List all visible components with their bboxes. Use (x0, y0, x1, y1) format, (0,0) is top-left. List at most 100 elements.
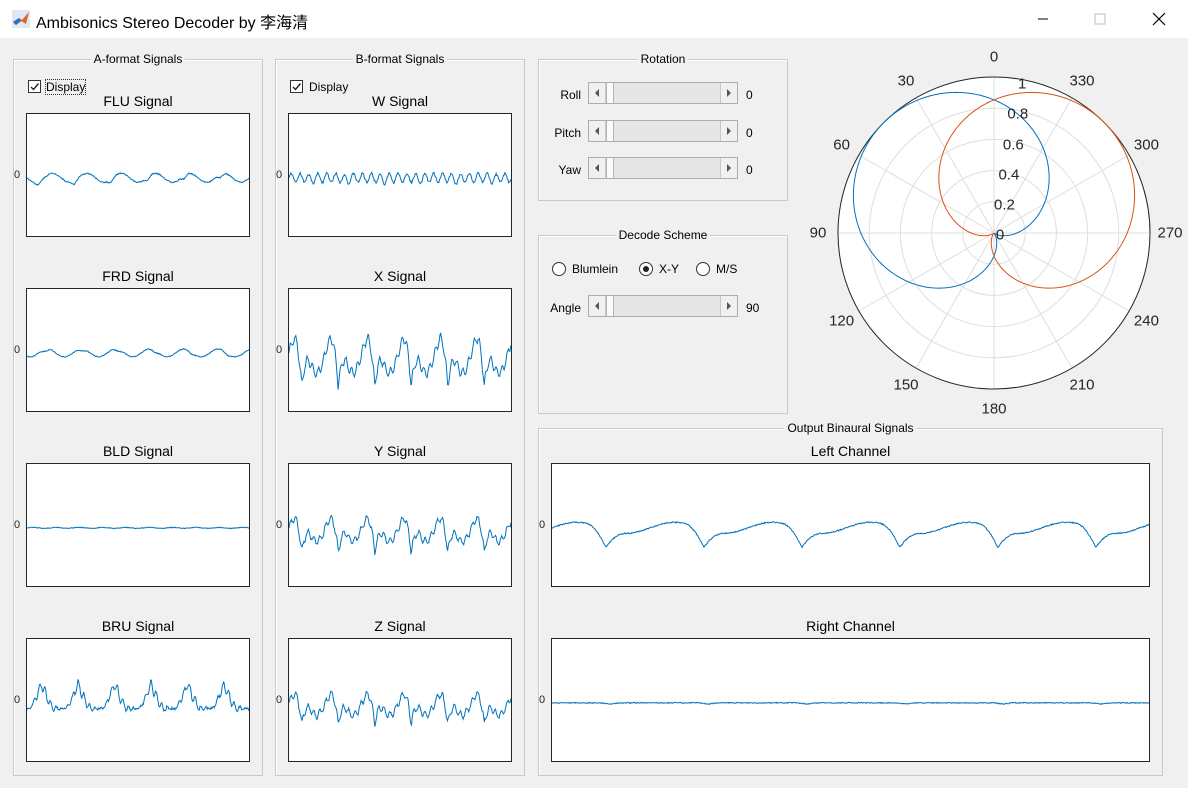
slider-right-arrow[interactable] (720, 121, 737, 141)
rotation-pitch-slider[interactable] (588, 120, 738, 142)
radio-ms[interactable] (696, 262, 710, 276)
polar-angle-tick: 60 (833, 136, 850, 154)
polar-theta-grid (858, 154, 995, 234)
slider-left-arrow[interactable] (589, 121, 606, 141)
axes-bld[interactable] (26, 463, 250, 587)
rotation-yaw-value: 0 (746, 163, 753, 177)
radio-xy-label[interactable]: X-Y (659, 262, 679, 276)
rotation-yaw-slider[interactable] (588, 157, 738, 179)
rotation-panel-title: Rotation (637, 52, 689, 66)
polar-theta-grid (915, 232, 995, 369)
angle-value: 90 (746, 301, 760, 315)
polar-r-grid (899, 138, 1089, 328)
axes-title-z: Z Signal (374, 618, 426, 634)
polar-theta-grid (993, 232, 1073, 369)
a-format-display-checkbox[interactable] (28, 80, 41, 93)
angle-slider-thumb[interactable] (606, 296, 614, 316)
b-format-display-checkbox[interactable] (290, 80, 303, 93)
y-tick-label: 0 (276, 169, 283, 181)
polar-angle-tick: 150 (893, 376, 919, 394)
arrow-left-icon (595, 302, 599, 310)
arrow-left-icon (595, 127, 599, 135)
y-tick-label: 0 (539, 519, 546, 531)
slider-left-arrow[interactable] (589, 83, 606, 103)
axes-left[interactable] (551, 463, 1150, 587)
maximize-button[interactable] (1077, 0, 1123, 38)
axes-y[interactable] (288, 463, 512, 587)
radio-blumlein[interactable] (552, 262, 566, 276)
rotation-roll-label: Roll (560, 88, 581, 102)
minimize-icon (1038, 18, 1048, 20)
signal-trace (552, 701, 1149, 705)
axes-title-bru: BRU Signal (101, 618, 175, 634)
arrow-right-icon (727, 302, 731, 310)
arrow-left-icon (595, 164, 599, 172)
y-tick-label: 0 (276, 344, 283, 356)
y-tick-label: 0 (14, 694, 21, 706)
axes-title-flu: FLU Signal (103, 93, 173, 109)
rotation-roll-slider[interactable] (588, 82, 738, 104)
polar-angle-tick: 240 (1133, 312, 1159, 330)
y-tick-label: 0 (276, 694, 283, 706)
angle-slider-left-arrow[interactable] (589, 296, 606, 316)
axes-frd[interactable] (26, 288, 250, 412)
signal-trace (27, 679, 249, 713)
polar-r-tick: 0.4 (998, 166, 1020, 184)
axes-title-left: Left Channel (810, 443, 891, 459)
maximize-icon (1094, 13, 1106, 25)
arrow-left-icon (595, 89, 599, 97)
angle-slider[interactable] (588, 295, 738, 317)
polar-r-tick: 1 (1018, 75, 1027, 93)
axes-bru[interactable] (26, 638, 250, 762)
axes-w[interactable] (288, 113, 512, 237)
slider-thumb[interactable] (606, 83, 614, 103)
polar-angle-tick: 0 (989, 48, 999, 66)
arrow-right-icon (727, 164, 731, 172)
signal-trace (27, 348, 249, 358)
radio-ms-label[interactable]: M/S (716, 262, 737, 276)
axes-x[interactable] (288, 288, 512, 412)
close-button[interactable] (1136, 0, 1182, 38)
slider-thumb[interactable] (606, 158, 614, 178)
axes-title-bld: BLD Signal (102, 443, 174, 459)
angle-label: Angle (550, 301, 581, 315)
a-format-display-label[interactable]: Display (44, 79, 87, 95)
y-tick-label: 0 (276, 519, 283, 531)
window-title: Ambisonics Stereo Decoder by 李海清 (36, 15, 309, 32)
rotation-pitch-value: 0 (746, 126, 753, 140)
polar-theta-grid (915, 97, 995, 234)
polar-angle-tick: 120 (829, 312, 855, 330)
signal-trace (27, 172, 249, 186)
slider-thumb[interactable] (606, 121, 614, 141)
slider-right-arrow[interactable] (720, 158, 737, 178)
polar-r-tick: 0.8 (1007, 105, 1029, 123)
radio-xy[interactable] (639, 262, 653, 276)
axes-title-w: W Signal (371, 93, 429, 109)
signal-trace (289, 171, 511, 186)
b-format-display-label[interactable]: Display (309, 80, 348, 94)
close-icon (1152, 12, 1166, 26)
arrow-right-icon (727, 127, 731, 135)
polar-angle-tick: 30 (897, 72, 915, 90)
axes-z[interactable] (288, 638, 512, 762)
angle-slider-right-arrow[interactable] (720, 296, 737, 316)
y-tick-label: 0 (539, 694, 546, 706)
minimize-button[interactable] (1020, 0, 1066, 38)
radio-blumlein-label[interactable]: Blumlein (572, 262, 618, 276)
signal-trace (27, 526, 249, 530)
axes-flu[interactable] (26, 113, 250, 237)
signal-trace (289, 514, 511, 556)
polar-angle-tick: 270 (1157, 224, 1183, 242)
title-bar: Ambisonics Stereo Decoder by 李海清 (0, 0, 1188, 38)
polar-r-tick: 0.6 (1002, 136, 1024, 154)
rotation-yaw-label: Yaw (558, 163, 581, 177)
a-format-panel-title: A-format Signals (90, 52, 186, 66)
matlab-logo-icon (12, 10, 30, 28)
rotation-pitch-label: Pitch (554, 126, 581, 140)
axes-right[interactable] (551, 638, 1150, 762)
b-format-panel-title: B-format Signals (352, 52, 448, 66)
polar-r-grid (868, 107, 1120, 359)
slider-left-arrow[interactable] (589, 158, 606, 178)
axes-title-x: X Signal (373, 268, 427, 284)
slider-right-arrow[interactable] (720, 83, 737, 103)
